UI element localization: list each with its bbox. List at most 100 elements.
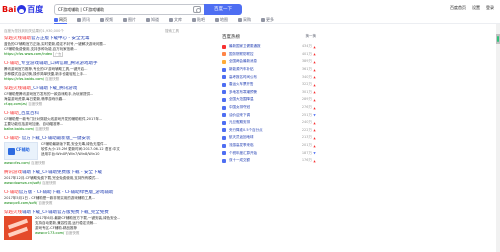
hot-list-count: 213万	[301, 135, 312, 140]
result-item: CF辅助_百度百科 CF辅助是一款专门针对穿越火线游戏开发的辅助软件,2017年…	[4, 111, 194, 132]
paw-icon	[17, 5, 27, 14]
cart-icon	[238, 18, 242, 22]
hot-list-item[interactable]: 全国两会最新消息 389万 ▲	[222, 58, 316, 66]
search-tools-button[interactable]: 搜索工具	[165, 29, 179, 34]
hot-list-label: 航天员返回地球	[229, 135, 254, 140]
result-url[interactable]: https://cfzs.www.com/index 广告	[4, 52, 194, 57]
hot-list-title: 百度热榜	[222, 35, 240, 40]
result-url[interactable]: cf.qq.com/zs/ 百度快照	[4, 102, 194, 107]
tab-images[interactable]: 图片	[123, 17, 136, 24]
result-item: 腾讯游戏辅助下载_CF辅助免费版下载 - 安全下载 2017年12月-CF辅助免…	[4, 170, 194, 186]
tab-more[interactable]: 更多	[261, 17, 274, 24]
hot-list-item[interactable]: 航天员返回地球 213万 ▲	[222, 134, 316, 142]
rank-icon	[222, 113, 226, 118]
hot-list-label: 中国女排夺冠	[229, 105, 250, 110]
hot-list-item[interactable]: 个税年度汇算开始 187万 ▼	[222, 149, 316, 157]
ad-badge: 广告	[53, 52, 64, 57]
hot-list: 百度热榜 换一换 最新国家卫健委通报 434万 ▲ 国务院联防联控 401万 ▲ 全国两会最…	[222, 34, 316, 165]
camera-icon[interactable]	[193, 6, 201, 13]
result-url[interactable]: www.pc6.com/soft/ 百度快照	[4, 201, 194, 206]
scrollbar-track[interactable]	[496, 24, 500, 252]
hot-list-item[interactable]: 元旦假期安排 240万 ▲	[222, 119, 316, 127]
tab-map[interactable]: 地图	[215, 17, 228, 24]
tab-zhidao[interactable]: 知道	[146, 17, 159, 24]
web-icon	[54, 18, 58, 22]
snapshot-link: 百度快照	[42, 181, 57, 185]
hot-list-count: 187万	[301, 150, 312, 155]
hot-list-item[interactable]: 多地发布寒潮预警 301万 ▲	[222, 89, 316, 97]
result-url[interactable]: baike.baidu.com/ 百度快照	[4, 127, 194, 132]
tab-web[interactable]: 网页	[54, 17, 67, 24]
tab-news[interactable]: 资讯	[77, 17, 90, 24]
trend-up-icon: ▲	[313, 143, 316, 148]
app-logo-icon	[8, 148, 15, 155]
tab-video[interactable]: 视频	[100, 17, 113, 24]
rank-icon	[222, 128, 226, 133]
baidu-logo[interactable]: Bai 百度	[2, 3, 46, 16]
trend-up-icon: ▲	[313, 128, 316, 133]
trend-up-icon: ▲	[313, 67, 316, 72]
result-url[interactable]: www.downza.cn/soft/ 百度快照	[4, 181, 194, 186]
hot-list-label: 新能源汽车补贴	[229, 67, 254, 72]
top-link-settings[interactable]: 设置	[472, 5, 480, 11]
snapshot-link: 百度快照	[38, 201, 53, 205]
hot-list-count: 240万	[301, 120, 312, 125]
hot-list-item[interactable]: 最新国家卫健委通报 434万 ▲	[222, 43, 316, 51]
hot-list-item[interactable]: 春运火车票开售 322万 ▲	[222, 81, 316, 89]
snapshot-link: 百度快照	[28, 102, 43, 106]
search-input[interactable]: CF游戏辅助 | CF游戏辅助	[54, 4, 204, 15]
rank-icon	[222, 151, 226, 156]
result-url[interactable]: www.cfzs.com/ 百度快照	[4, 161, 194, 166]
hot-list-item[interactable]: 油价迎来下调 251万 ▼	[222, 111, 316, 119]
hot-list-label: 个税年度汇算开始	[229, 150, 257, 155]
hot-list-label: 央行降准0.5个百分点	[229, 127, 263, 132]
hot-list-label: 国务院联防联控	[229, 51, 254, 56]
hot-list-count: 434万	[301, 44, 312, 49]
trend-up-icon: ▲	[313, 75, 316, 80]
result-item: CF辅助官方版 - CF辅助下载 - CF辅助绿色版_游戏辅助 2017年5月1…	[4, 190, 194, 206]
hot-list-count: 276万	[301, 105, 312, 110]
more-icon	[261, 18, 265, 22]
hot-list-label: 全国大范围降温	[229, 97, 254, 102]
result-item-card: CF辅助- 官方下载_CF辅助最新版_一键安装 CF辅助 CF辅助最新版下载,安…	[4, 136, 194, 166]
top-link-login[interactable]: 登录	[486, 5, 494, 11]
trend-up-icon: ▲	[313, 44, 316, 49]
search-button[interactable]: 百度一下	[204, 4, 242, 15]
video-icon	[100, 18, 104, 22]
tab-purchase[interactable]: 采购	[238, 17, 251, 24]
hot-list-item[interactable]: 全国大范围降温 289万 ▲	[222, 96, 316, 104]
rank-icon	[222, 120, 226, 125]
result-url[interactable]: https://cfzs.baidu.com/ 百度快照	[4, 77, 194, 82]
top-link-home[interactable]: 百度首页	[450, 5, 466, 11]
tab-tieba[interactable]: 贴吧	[192, 17, 205, 24]
hot-list-item[interactable]: 新能源汽车补贴 361万 ▲	[222, 66, 316, 74]
hot-list-count: 222万	[301, 127, 312, 132]
hot-list-count: 401万	[301, 51, 312, 56]
rank-icon	[222, 97, 226, 102]
hot-list-count: 251万	[301, 112, 312, 117]
hot-list-item[interactable]: 高考报名时间公布 340万 ▲	[222, 73, 316, 81]
question-icon	[146, 18, 150, 22]
rank-icon	[222, 158, 226, 163]
hot-list-item[interactable]: 中国女排夺冠 276万 ▲	[222, 104, 316, 112]
hot-list-item[interactable]: 央行降准0.5个百分点 222万 ▲	[222, 127, 316, 135]
trend-down-icon: ▼	[313, 113, 316, 118]
result-url[interactable]: www.cr173.com/ 百度快照	[35, 231, 183, 236]
refresh-button[interactable]: 换一换	[306, 34, 317, 40]
result-count: 百度为您找到相关结果约1,930,000个	[4, 29, 64, 33]
result-thumbnail[interactable]	[4, 216, 32, 240]
app-logo[interactable]: CF辅助	[4, 142, 38, 160]
result-item: CF辅助_专业游戏辅助_口碑信赖_腾讯游戏助手 腾讯游戏官方推荐,专业的CF游戏…	[4, 61, 194, 82]
trend-up-icon: ▲	[313, 82, 316, 87]
search-tabs: 网页 资讯 视频 图片 知道 文库 贴吧 地图 采购 更多	[54, 17, 274, 24]
results-list: 穿越火线辅助官方正版下载中心 - 安全无毒 蓝色的CF辅助官方正版,实时更新,稳…	[4, 36, 194, 244]
snapshot-link: 百度快照	[45, 77, 60, 81]
hot-list-item[interactable]: 国务院联防联控 401万 ▲	[222, 51, 316, 59]
hot-list-item[interactable]: 流感高发季来临 201万 ▲	[222, 142, 316, 150]
forum-icon	[192, 18, 196, 22]
tab-wenku[interactable]: 文库	[169, 17, 182, 24]
hot-list-label: 油价迎来下调	[229, 112, 250, 117]
hot-list-label: 多地发布寒潮预警	[229, 89, 257, 94]
hot-list-item[interactable]: 双十一成交额 176万 ▲	[222, 157, 316, 165]
feedback-icon[interactable]	[497, 36, 499, 42]
